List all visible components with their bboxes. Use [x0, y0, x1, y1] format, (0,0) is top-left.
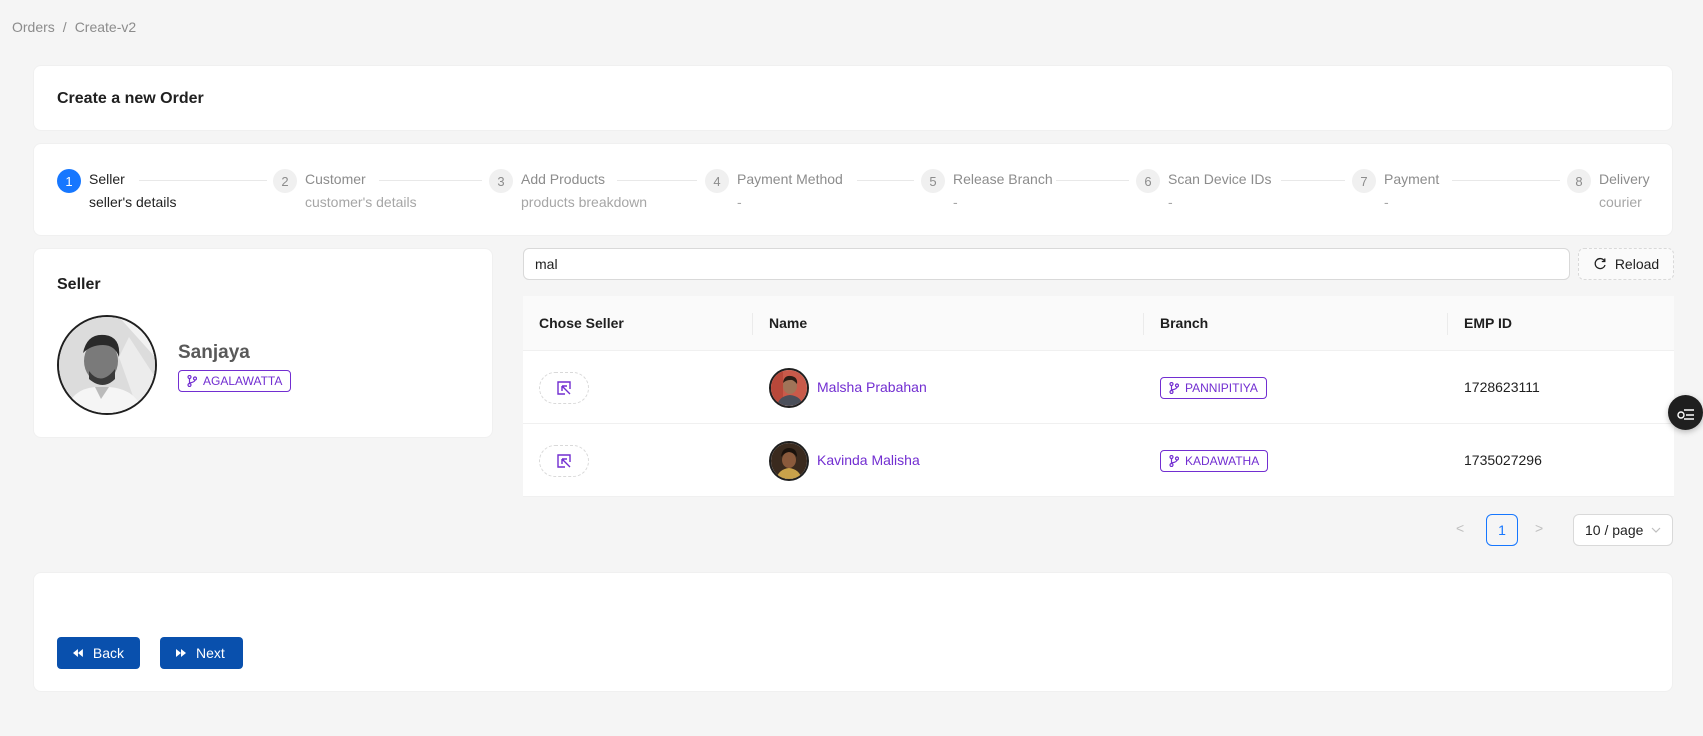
step-connector: [1452, 180, 1560, 181]
seller-branch-label: AGALAWATTA: [203, 374, 283, 388]
step-number: 2: [273, 169, 297, 193]
step-description: seller's details: [89, 194, 177, 210]
step-description: products breakdown: [521, 194, 648, 210]
step-number: 5: [921, 169, 945, 193]
step-description: courier: [1599, 194, 1642, 210]
column-header-chose-seller: Chose Seller: [539, 315, 624, 331]
step-connector: [139, 180, 267, 181]
step-number: 3: [489, 169, 513, 193]
pagination-page-1[interactable]: 1: [1486, 514, 1518, 546]
step-description: -: [737, 194, 742, 210]
step-title: Add Products: [521, 171, 606, 187]
avatar: [769, 368, 809, 408]
step-number: 1: [57, 169, 81, 193]
branch-icon: [1169, 382, 1179, 394]
branch-icon: [187, 375, 197, 387]
step-description: customer's details: [305, 194, 417, 210]
floating-settings-button[interactable]: [1668, 395, 1703, 430]
avatar-image: [771, 370, 807, 406]
avatar-image: [771, 443, 807, 479]
seller-name-link[interactable]: Kavinda Malisha: [817, 452, 920, 468]
page-size-label: 10 / page: [1585, 522, 1644, 538]
pagination-next-button[interactable]: >: [1535, 520, 1543, 536]
reload-icon: [1594, 257, 1606, 270]
seller-name: Sanjaya: [178, 342, 250, 363]
reload-button[interactable]: Reload: [1578, 248, 1674, 280]
branch-tag: PANNIPITIYA: [1160, 377, 1267, 399]
column-divider: [1143, 313, 1144, 335]
emp-id: 1735027296: [1464, 452, 1542, 468]
seller-heading: Seller: [57, 276, 101, 293]
step-title: Customer: [305, 171, 366, 187]
breadcrumb-separator: /: [62, 19, 67, 35]
seller-avatar: [57, 315, 157, 415]
step-connector: [1281, 180, 1345, 181]
breadcrumb-orders[interactable]: Orders: [12, 19, 55, 35]
seller-branch-tag: AGALAWATTA: [178, 370, 292, 392]
next-label: Next: [196, 645, 225, 661]
step-number: 8: [1567, 169, 1591, 193]
step-description: -: [1168, 194, 1173, 210]
step-title: Scan Device IDs: [1168, 171, 1272, 187]
next-button[interactable]: Next: [160, 637, 243, 669]
seller-avatar-image: [59, 317, 155, 413]
step-number: 7: [1352, 169, 1376, 193]
page-title: Create a new Order: [57, 90, 204, 107]
steps-card: 1 Seller seller's details 2 Customer cus…: [33, 143, 1673, 236]
step-number: 6: [1136, 169, 1160, 193]
table-row: Malsha Prabahan PANNIPITIYA 1728623111: [523, 351, 1674, 424]
step-connector: [1056, 180, 1129, 181]
step-connector: [617, 180, 697, 181]
reload-label: Reload: [1614, 256, 1660, 272]
breadcrumb-create-v2: Create-v2: [74, 19, 137, 35]
step-description: -: [953, 194, 958, 210]
step-number: 4: [705, 169, 729, 193]
double-left-icon: [73, 649, 83, 657]
chevron-down-icon: [1651, 527, 1661, 533]
select-cursor-icon: [557, 381, 571, 395]
branch-icon: [1169, 455, 1179, 467]
column-header-name: Name: [769, 315, 808, 331]
table-header: Chose Seller Name Branch EMP ID: [523, 296, 1674, 351]
seller-card: Seller Sanjaya AGALAWATTA: [33, 248, 493, 438]
step-title: Delivery: [1599, 171, 1650, 187]
avatar: [769, 441, 809, 481]
title-card: Create a new Order: [33, 65, 1673, 131]
breadcrumb: Orders / Create-v2: [12, 19, 136, 35]
pagination-prev-button[interactable]: <: [1456, 520, 1464, 536]
footer-card: Back Next: [33, 572, 1673, 692]
select-cursor-icon: [557, 454, 571, 468]
emp-id: 1728623111: [1464, 379, 1540, 395]
step-connector: [857, 180, 914, 181]
branch-label: KADAWATHA: [1185, 454, 1260, 468]
seller-name-link[interactable]: Malsha Prabahan: [817, 379, 927, 395]
table-row: Kavinda Malisha KADAWATHA 1735027296: [523, 424, 1674, 497]
back-label: Back: [92, 645, 124, 661]
seller-table: Chose Seller Name Branch EMP ID Malsha P…: [523, 296, 1674, 497]
column-divider: [752, 313, 753, 335]
filter-settings-icon: [1676, 408, 1694, 420]
branch-label: PANNIPITIYA: [1185, 381, 1258, 395]
page-size-select[interactable]: 10 / page: [1573, 514, 1673, 546]
double-right-icon: [176, 649, 186, 657]
step-description: -: [1384, 194, 1389, 210]
back-button[interactable]: Back: [57, 637, 140, 669]
step-connector: [379, 180, 482, 181]
column-divider: [1447, 313, 1448, 335]
seller-search-input[interactable]: mal: [523, 248, 1570, 280]
step-title: Payment Method: [737, 171, 843, 187]
step-title: Seller: [89, 171, 125, 187]
branch-tag: KADAWATHA: [1160, 450, 1269, 472]
step-title: Payment: [1384, 171, 1440, 187]
column-header-branch: Branch: [1160, 315, 1209, 331]
column-header-emp-id: EMP ID: [1464, 315, 1512, 331]
step-title: Release Branch: [953, 171, 1053, 187]
choose-seller-button[interactable]: [539, 445, 589, 477]
choose-seller-button[interactable]: [539, 372, 589, 404]
